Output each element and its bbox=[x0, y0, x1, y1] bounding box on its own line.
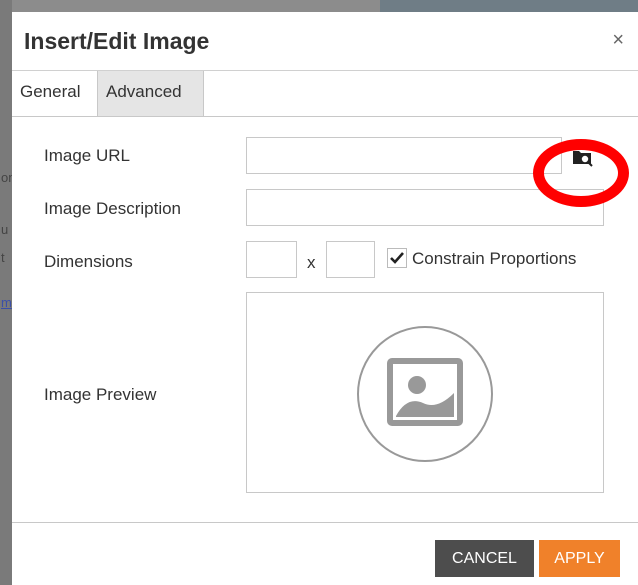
backdrop-strip bbox=[380, 0, 638, 12]
backdrop-left: om u t m bbox=[0, 0, 19, 585]
constrain-proportions-checkbox[interactable] bbox=[387, 248, 407, 268]
tab-general[interactable]: General bbox=[12, 71, 98, 116]
image-placeholder-icon bbox=[357, 326, 493, 462]
background-text: u bbox=[1, 222, 9, 237]
image-url-input[interactable] bbox=[246, 137, 562, 174]
checkmark-icon bbox=[390, 252, 404, 264]
height-input[interactable] bbox=[326, 241, 375, 278]
background-text: t bbox=[1, 250, 5, 265]
apply-button[interactable]: APPLY bbox=[539, 540, 620, 577]
tab-advanced[interactable]: Advanced bbox=[98, 71, 204, 116]
insert-image-dialog: Insert/Edit Image × General Advanced Ima… bbox=[12, 12, 638, 585]
image-preview-area bbox=[246, 292, 604, 493]
image-preview-label: Image Preview bbox=[44, 385, 157, 404]
width-input[interactable] bbox=[246, 241, 297, 278]
image-description-label: Image Description bbox=[44, 199, 182, 218]
annotation-circle bbox=[533, 139, 629, 207]
cancel-button[interactable]: CANCEL bbox=[435, 540, 534, 577]
constrain-proportions-label: Constrain Proportions bbox=[412, 249, 577, 268]
close-icon[interactable]: × bbox=[612, 30, 624, 50]
background-link: m bbox=[1, 295, 12, 310]
dimensions-separator: x bbox=[307, 253, 316, 272]
tab-bar: General Advanced bbox=[12, 70, 638, 117]
dimensions-label: Dimensions bbox=[44, 252, 133, 271]
image-url-label: Image URL bbox=[44, 146, 130, 165]
dialog-titlebar: Insert/Edit Image × bbox=[12, 12, 638, 70]
footer-divider bbox=[12, 522, 638, 523]
dialog-title: Insert/Edit Image bbox=[24, 28, 210, 54]
